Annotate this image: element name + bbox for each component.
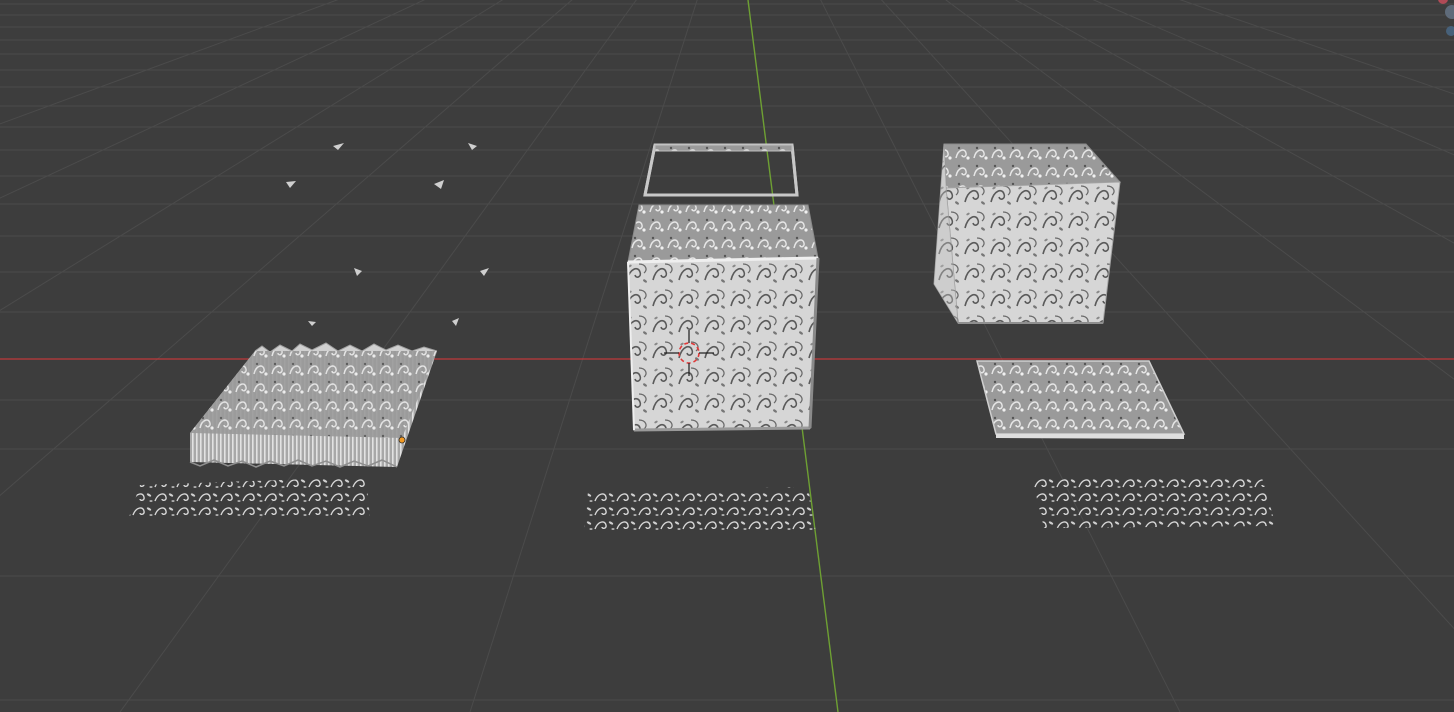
displaced-plane-selected[interactable] xyxy=(189,342,438,468)
ornament-tile[interactable] xyxy=(976,360,1186,439)
gizmo-icon[interactable] xyxy=(1438,0,1454,36)
origin-dot-icon xyxy=(398,436,406,444)
scattered-vertices[interactable] xyxy=(286,143,489,326)
ornament-cube-with-lid[interactable] xyxy=(627,204,820,432)
ornament-strip-1[interactable] xyxy=(128,477,370,520)
3d-viewport[interactable] xyxy=(0,0,1454,712)
cube-lid-frame[interactable] xyxy=(643,143,799,197)
ornament-strip-3[interactable] xyxy=(1032,478,1276,528)
ornament-strip-2[interactable] xyxy=(584,487,816,534)
ornament-cube[interactable] xyxy=(933,143,1122,324)
